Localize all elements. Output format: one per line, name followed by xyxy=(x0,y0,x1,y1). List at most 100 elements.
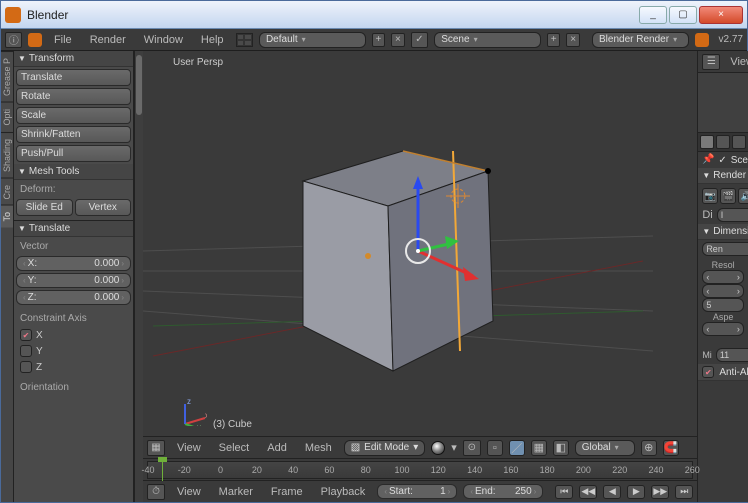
add-scene-button[interactable]: + xyxy=(547,33,561,47)
constraint-x-checkbox[interactable]: ✔X xyxy=(16,328,131,342)
menu-file[interactable]: File xyxy=(48,32,78,48)
active-object-label: (3) Cube xyxy=(213,419,252,430)
jump-end-button[interactable]: ⏭ xyxy=(675,485,693,499)
constraint-y-checkbox[interactable]: Y xyxy=(16,344,131,358)
outliner-view-menu[interactable]: View xyxy=(724,54,748,70)
transform-panel-header[interactable]: ▼ Transform xyxy=(14,51,133,67)
mesh-tools-header[interactable]: ▼ Mesh Tools xyxy=(14,164,133,180)
scene-tab-icon[interactable] xyxy=(732,135,746,149)
orientation-dropdown[interactable]: Global▾ xyxy=(575,440,635,456)
tab-tools[interactable]: To xyxy=(1,205,13,228)
back-to-previous-icon[interactable] xyxy=(236,33,253,47)
manipulator-toggle[interactable]: ⊕ xyxy=(641,440,657,456)
svg-text:z: z xyxy=(187,397,191,406)
mode-dropdown[interactable]: ▧ Edit Mode▾ xyxy=(344,440,426,456)
vector-z-field[interactable]: ‹Z:0.000› xyxy=(16,290,131,305)
vp-menu-select[interactable]: Select xyxy=(213,440,256,456)
timeline-ruler[interactable]: -40-200204060801001201401601802002202402… xyxy=(147,461,693,479)
antialias-panel-header[interactable]: ✔ Anti-Alia xyxy=(698,364,748,381)
antialias-checkbox[interactable]: ✔ xyxy=(702,366,714,378)
shading-mode-dropdown[interactable] xyxy=(431,441,445,455)
edge-select-toggle[interactable]: ／ xyxy=(509,440,525,456)
minimize-button[interactable]: _ xyxy=(639,6,667,24)
res-x-field[interactable]: ‹› xyxy=(702,270,744,284)
timeline-playhead[interactable] xyxy=(162,459,163,481)
timeline-menu-playback[interactable]: Playback xyxy=(315,484,372,500)
menu-render[interactable]: Render xyxy=(84,32,132,48)
res-pct-field[interactable]: 5 xyxy=(702,298,744,312)
render-engine-dropdown[interactable]: Blender Render▾ xyxy=(592,32,689,48)
pivot-dropdown[interactable]: ⊙ xyxy=(463,440,481,456)
3d-viewport[interactable]: User Persp xyxy=(143,51,697,436)
scene-dropdown[interactable]: Scene▾ xyxy=(434,32,541,48)
add-screen-button[interactable]: + xyxy=(372,33,386,47)
render-button[interactable]: 📷 xyxy=(702,188,718,204)
rotate-button[interactable]: Rotate xyxy=(16,88,131,105)
screen-layout-dropdown[interactable]: Default▾ xyxy=(259,32,366,48)
push-pull-button[interactable]: Push/Pull xyxy=(16,145,131,162)
constraint-z-checkbox[interactable]: Z xyxy=(16,360,131,374)
render-preset-dropdown[interactable]: Ren▾ xyxy=(702,242,748,256)
close-button[interactable]: × xyxy=(699,6,743,24)
audio-button[interactable]: 🔊 xyxy=(738,188,748,204)
limit-selection-toggle[interactable]: ◧ xyxy=(553,440,569,456)
editor-type-icon[interactable]: ⓘ xyxy=(5,32,22,48)
menu-window[interactable]: Window xyxy=(138,32,189,48)
vp-menu-mesh[interactable]: Mesh xyxy=(299,440,338,456)
delete-screen-button[interactable]: × xyxy=(391,33,405,47)
outliner-area[interactable] xyxy=(698,73,748,133)
scene-crumb-label: Scene xyxy=(731,155,748,166)
timeline-menu-view[interactable]: View xyxy=(171,484,207,500)
timeline-menu-frame[interactable]: Frame xyxy=(265,484,309,500)
aspect-x-field[interactable]: ‹› xyxy=(702,322,744,336)
operator-panel-header[interactable]: ▼ Translate xyxy=(14,221,133,237)
display-mode-dropdown[interactable]: I▾ xyxy=(717,208,748,222)
prev-keyframe-button[interactable]: ◀◀ xyxy=(579,485,597,499)
animation-button[interactable]: 🎬 xyxy=(720,188,736,204)
translate-button[interactable]: Translate xyxy=(16,69,131,86)
face-select-toggle[interactable]: ▦ xyxy=(531,440,547,456)
vertex-select-toggle[interactable]: ▫ xyxy=(487,440,503,456)
dimensions-panel-header[interactable]: ▼Dimensions xyxy=(698,224,748,240)
timeline-header: ⏱ View Marker Frame Playback ‹Start:1› ‹… xyxy=(143,480,697,502)
start-frame-field[interactable]: ‹Start:1› xyxy=(377,484,457,499)
scale-button[interactable]: Scale xyxy=(16,107,131,124)
vp-menu-add[interactable]: Add xyxy=(261,440,293,456)
shrink-fatten-button[interactable]: Shrink/Fatten xyxy=(16,126,131,143)
end-frame-field[interactable]: ‹End:250› xyxy=(463,484,543,499)
editor-type-3dview-icon[interactable]: ▦ xyxy=(147,440,165,456)
timeline-menu-marker[interactable]: Marker xyxy=(213,484,259,500)
editor-type-timeline-icon[interactable]: ⏱ xyxy=(147,484,165,500)
vp-menu-view[interactable]: View xyxy=(171,440,207,456)
timeline-tick: 140 xyxy=(467,465,482,475)
tab-shading[interactable]: Shading xyxy=(1,132,13,178)
timeline-tick: 160 xyxy=(503,465,518,475)
info-header: ⓘ File Render Window Help Default▾ + × ✓… xyxy=(1,29,747,51)
play-button[interactable]: ▶ xyxy=(627,485,645,499)
snap-toggle[interactable]: 🧲 xyxy=(663,440,679,456)
scene-browse-icon[interactable]: ✓ xyxy=(411,32,428,48)
vertex-slide-button[interactable]: Vertex xyxy=(75,199,132,216)
render-layers-tab-icon[interactable] xyxy=(716,135,730,149)
render-tab-icon[interactable] xyxy=(700,135,714,149)
resolution-label: Resol xyxy=(702,260,744,270)
render-panel-header[interactable]: ▼Render xyxy=(698,168,748,184)
tab-create[interactable]: Cre xyxy=(1,178,13,206)
maximize-button[interactable]: ▢ xyxy=(669,6,697,24)
menu-help[interactable]: Help xyxy=(195,32,230,48)
res-y-field[interactable]: ‹› xyxy=(702,284,744,298)
editor-type-outliner-icon[interactable]: ☰ xyxy=(702,54,720,70)
slide-edge-button[interactable]: Slide Ed xyxy=(16,199,73,216)
tab-options[interactable]: Opti xyxy=(1,102,13,132)
sample-field[interactable]: 11 xyxy=(716,348,748,362)
vector-x-field[interactable]: ‹X:0.000› xyxy=(16,256,131,271)
delete-scene-button[interactable]: × xyxy=(566,33,580,47)
play-reverse-button[interactable]: ◀ xyxy=(603,485,621,499)
pin-icon[interactable]: 📌 xyxy=(702,154,714,166)
jump-start-button[interactable]: ⏮ xyxy=(555,485,573,499)
next-keyframe-button[interactable]: ▶▶ xyxy=(651,485,669,499)
chevron-down-icon: ▾ xyxy=(451,441,457,454)
vector-y-field[interactable]: ‹Y:0.000› xyxy=(16,273,131,288)
tab-grease-pencil[interactable]: Grease P xyxy=(1,51,13,102)
toolshelf-scrollbar[interactable] xyxy=(134,51,143,502)
